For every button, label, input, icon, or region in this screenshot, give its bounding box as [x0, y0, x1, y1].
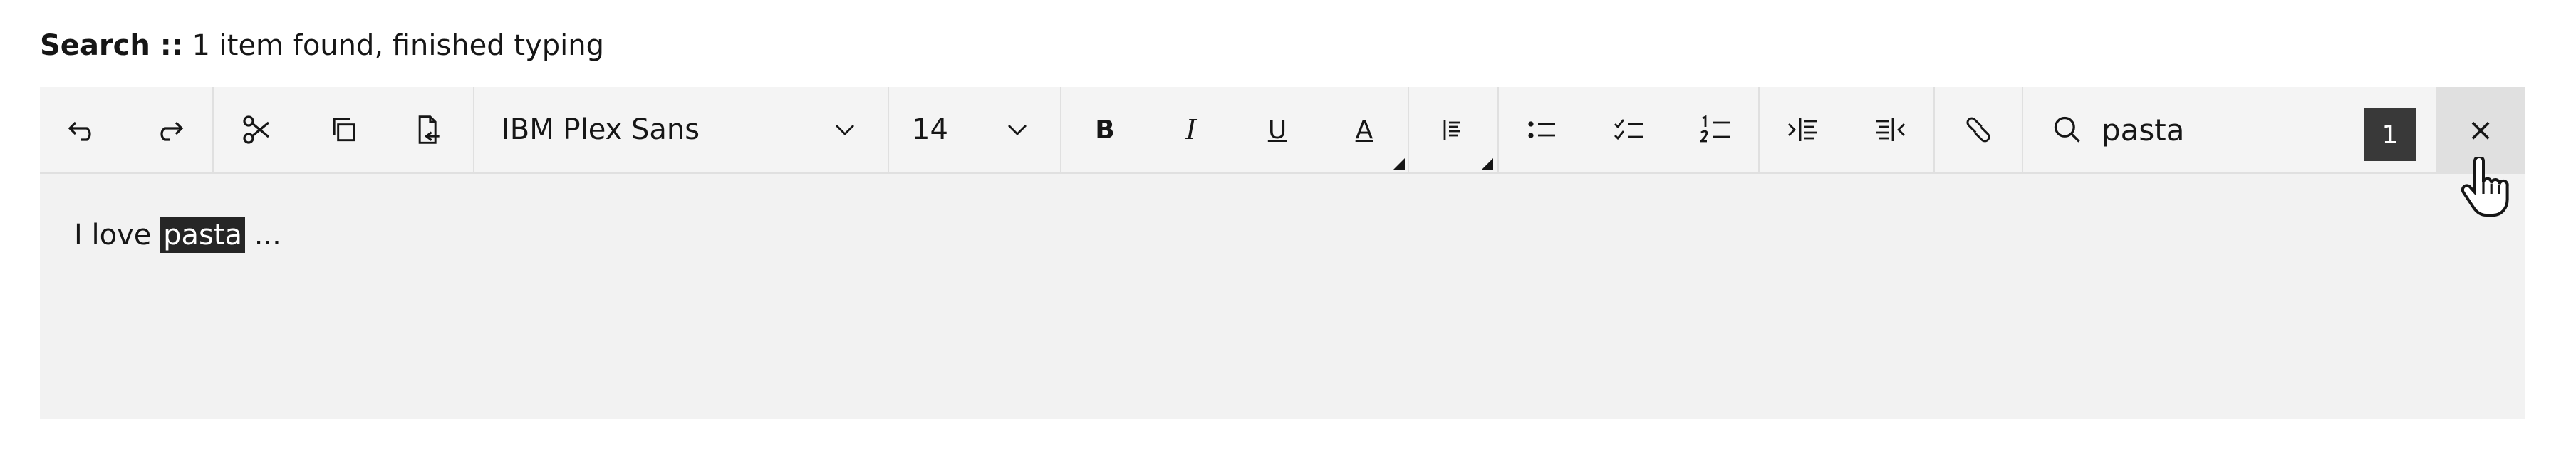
font-family-value: IBM Plex Sans — [502, 113, 700, 146]
hand-pointer-cursor-icon — [2461, 157, 2509, 217]
search-status-caption: Search :: 1 item found, finished typing — [40, 27, 604, 64]
chevron-down-icon — [836, 125, 854, 135]
caption-status: 1 item found, finished typing — [192, 29, 604, 62]
bold-button[interactable]: B — [1061, 87, 1148, 172]
font-size-dropdown[interactable]: 14 — [889, 87, 1060, 172]
undo-icon — [68, 121, 91, 141]
align-left-icon — [1443, 120, 1460, 140]
highlighted-match: pasta — [160, 217, 246, 253]
font-color-button[interactable]: A — [1321, 87, 1408, 172]
copy-icon — [333, 118, 355, 142]
alignment-button[interactable] — [1409, 87, 1497, 172]
bold-icon: B — [1095, 115, 1115, 145]
numbered-list-button[interactable] — [1673, 87, 1758, 172]
font-family-dropdown[interactable]: IBM Plex Sans — [474, 87, 888, 172]
dropdown-corner-indicator — [1482, 158, 1493, 170]
redo-button[interactable] — [125, 87, 212, 172]
cut-icon — [243, 115, 270, 144]
indent-button[interactable] — [1760, 87, 1847, 172]
copy-button[interactable] — [301, 87, 386, 172]
text-after-match: ... — [245, 219, 281, 252]
italic-icon: I — [1185, 114, 1197, 145]
underline-icon: U — [1267, 115, 1287, 145]
paste-button[interactable] — [386, 87, 472, 172]
redo-icon — [160, 121, 184, 141]
cut-button[interactable] — [214, 87, 301, 172]
checklist-button[interactable] — [1586, 87, 1673, 172]
undo-button[interactable] — [40, 87, 125, 172]
checklist-icon — [1614, 119, 1643, 140]
bullet-list-icon — [1528, 121, 1555, 138]
chevron-down-icon — [1008, 125, 1027, 135]
indent-icon — [1788, 118, 1817, 141]
editor-content[interactable]: I love pasta ... — [74, 214, 281, 257]
bullet-list-button[interactable] — [1499, 87, 1586, 172]
rich-text-editor: IBM Plex Sans 14 B I U A pasta 1 × I lov… — [40, 87, 2525, 419]
paste-icon — [418, 115, 440, 144]
search-field[interactable]: pasta 1 — [2023, 87, 2436, 172]
font-size-value: 14 — [912, 113, 948, 146]
link-icon — [1966, 117, 1990, 143]
underline-button[interactable]: U — [1234, 87, 1321, 172]
close-icon: × — [2467, 111, 2494, 148]
link-button[interactable] — [1935, 87, 2022, 172]
search-input[interactable]: pasta — [2102, 113, 2184, 147]
dropdown-corner-indicator — [1393, 158, 1405, 170]
outdent-icon — [1876, 118, 1905, 141]
editor-toolbar: IBM Plex Sans 14 B I U A pasta 1 × — [40, 87, 2525, 174]
match-count-badge: 1 — [2364, 108, 2416, 161]
search-icon — [2054, 116, 2080, 143]
caption-label: Search :: — [40, 29, 183, 62]
numbered-list-icon — [1700, 115, 1730, 143]
font-color-icon: A — [1355, 115, 1373, 145]
outdent-button[interactable] — [1847, 87, 1933, 172]
italic-button[interactable]: I — [1148, 87, 1234, 172]
text-before-match: I love — [74, 219, 161, 252]
